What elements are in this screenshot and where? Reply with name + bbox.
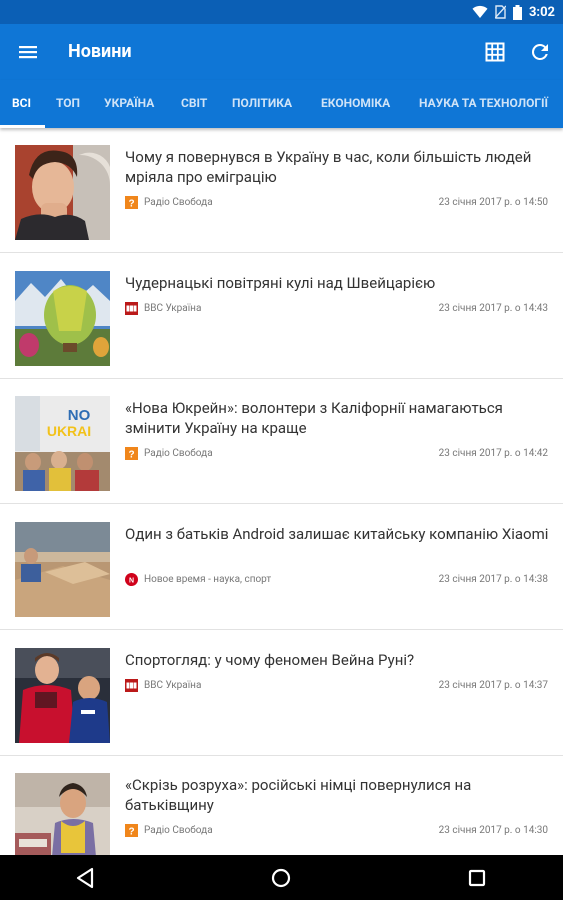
tab-ukraine[interactable]: УКРАЇНА bbox=[104, 80, 154, 128]
news-date: 23 січня 2017 р. о 14:42 bbox=[438, 448, 548, 459]
news-thumbnail bbox=[15, 773, 110, 855]
news-source: Радіо Свобода bbox=[144, 825, 213, 836]
news-date: 23 січня 2017 р. о 14:37 bbox=[438, 680, 548, 691]
news-date: 23 січня 2017 р. о 14:50 bbox=[438, 197, 548, 208]
news-item[interactable]: Чудернацькі повітряні кулі над Швейцаріє… bbox=[0, 254, 563, 379]
news-list: Чому я повернувся в Україну в час, коли … bbox=[0, 128, 563, 855]
news-source: BBC Україна bbox=[144, 303, 202, 314]
svg-text:?: ? bbox=[128, 450, 134, 461]
wifi-icon bbox=[472, 5, 488, 18]
news-source: Радіо Свобода bbox=[144, 197, 213, 208]
status-icons: 3:02 bbox=[472, 0, 555, 24]
news-item[interactable]: Чому я повернувся в Україну в час, коли … bbox=[0, 128, 563, 253]
battery-icon bbox=[512, 4, 522, 20]
news-title: Чому я повернувся в Україну в час, коли … bbox=[125, 148, 532, 186]
page-title: Новини bbox=[68, 41, 132, 62]
news-date: 23 січня 2017 р. о 14:30 bbox=[438, 825, 548, 836]
bbc-icon bbox=[125, 679, 138, 692]
news-source: BBC Україна bbox=[144, 680, 202, 691]
radio-svoboda-icon: ? bbox=[125, 824, 138, 837]
recents-button[interactable] bbox=[464, 865, 490, 891]
tab-all[interactable]: ВСІ bbox=[12, 80, 31, 128]
grid-icon bbox=[485, 42, 505, 62]
radio-svoboda-icon: ? bbox=[125, 447, 138, 460]
news-title: «Скрізь розруха»: російські німці поверн… bbox=[125, 776, 472, 814]
banner-text-bottom: UKRAI bbox=[47, 423, 91, 439]
news-source: Радіо Свобода bbox=[144, 448, 213, 459]
news-item[interactable]: NO UKRAI «Нова Юкрейн»: волонтери з Калі… bbox=[0, 379, 563, 504]
radio-svoboda-icon: ? bbox=[125, 196, 138, 209]
news-title: Чудернацькі повітряні кулі над Швейцаріє… bbox=[125, 274, 436, 292]
tab-science-tech[interactable]: НАУКА ТА ТЕХНОЛОГІЇ bbox=[419, 80, 548, 128]
tab-economy[interactable]: ЕКОНОМІКА bbox=[321, 80, 390, 128]
refresh-icon bbox=[531, 43, 548, 60]
tab-world[interactable]: СВІТ bbox=[181, 80, 207, 128]
navigation-bar bbox=[0, 855, 563, 900]
news-thumbnail bbox=[15, 271, 110, 366]
news-title: «Нова Юкрейн»: волонтери з Каліфорнії на… bbox=[125, 399, 503, 437]
category-tabs: ВСІ ТОП УКРАЇНА СВІТ ПОЛІТИКА ЕКОНОМІКА … bbox=[0, 80, 563, 128]
nv-icon: N bbox=[125, 573, 138, 586]
tab-top[interactable]: ТОП bbox=[56, 80, 80, 128]
no-sim-icon bbox=[494, 5, 506, 19]
tab-politics[interactable]: ПОЛІТИКА bbox=[232, 80, 292, 128]
news-title: Спортогляд: у чому феномен Вейна Руні? bbox=[125, 651, 415, 669]
news-source: Новое время - наука, спорт bbox=[144, 574, 272, 585]
news-title: Один з батьків Android залишає китайську… bbox=[125, 525, 549, 543]
news-thumbnail: NO UKRAI bbox=[15, 396, 110, 491]
tab-indicator bbox=[0, 125, 45, 128]
menu-button[interactable] bbox=[16, 40, 40, 64]
news-date: 23 січня 2017 р. о 14:43 bbox=[438, 303, 548, 314]
home-icon bbox=[271, 868, 291, 888]
back-icon bbox=[76, 867, 94, 889]
grid-view-button[interactable] bbox=[483, 40, 507, 64]
svg-text:N: N bbox=[129, 577, 134, 584]
news-date: 23 січня 2017 р. о 14:38 bbox=[438, 574, 548, 585]
bbc-icon bbox=[125, 302, 138, 315]
svg-text:?: ? bbox=[128, 199, 134, 210]
news-item[interactable]: Один з батьків Android залишає китайську… bbox=[0, 505, 563, 630]
status-bar: 3:02 bbox=[0, 0, 563, 24]
svg-text:?: ? bbox=[128, 827, 134, 838]
refresh-button[interactable] bbox=[528, 40, 552, 64]
banner-text-top: NO bbox=[68, 407, 91, 424]
home-button[interactable] bbox=[268, 865, 294, 891]
recents-icon bbox=[468, 869, 486, 887]
news-thumbnail bbox=[15, 648, 110, 743]
news-thumbnail bbox=[15, 522, 110, 617]
app-bar: Новини bbox=[0, 24, 563, 80]
menu-icon bbox=[19, 46, 37, 59]
back-button[interactable] bbox=[72, 865, 98, 891]
news-item[interactable]: Спортогляд: у чому феномен Вейна Руні? B… bbox=[0, 631, 563, 756]
status-time: 3:02 bbox=[528, 4, 555, 20]
news-item[interactable]: «Скрізь розруха»: російські німці поверн… bbox=[0, 756, 563, 855]
news-thumbnail bbox=[15, 145, 110, 240]
